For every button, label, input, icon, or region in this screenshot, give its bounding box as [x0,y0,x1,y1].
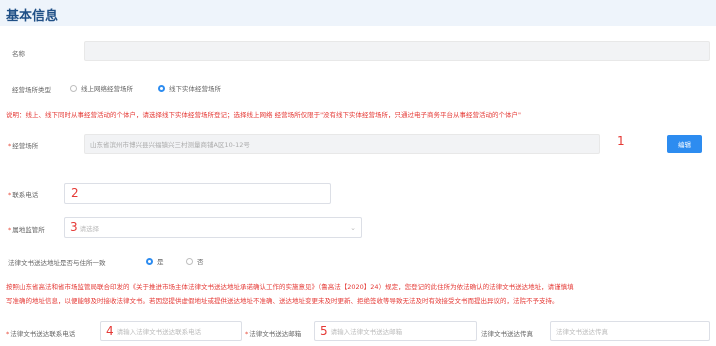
legal-phone-label: *法律文书送达联系电话 [6,330,76,338]
legal-notice-line1: 按照山东省高法和省市场监管局联合印发的《关于推进市场主体法律文书送达地址承诺确认… [6,283,574,291]
name-label: 名称 [12,50,25,58]
legal-phone-placeholder: 请输入法律文书送达联系电话 [116,328,202,336]
page-title: 基本信息 [6,9,59,24]
name-field[interactable] [84,41,710,61]
radio-offline-label: 线下实体经营场所 [169,85,221,93]
phone-field[interactable] [64,183,331,204]
authority-placeholder: 请选择 [79,224,100,233]
annotation-5: 5 [320,324,328,338]
legal-notice-line2: 写准确的地址信息，以便能够及时接收法律文书。若因您提供虚假地址或提供送达地址不准… [6,297,559,305]
annotation-4: 4 [106,324,114,338]
legal-fax-field[interactable]: 法律文书送达传真 [550,321,710,341]
section-header [0,0,716,26]
legal-phone-field[interactable]: 4 请输入法律文书送达联系电话 [100,321,242,341]
radio-no-circle[interactable] [186,257,193,265]
radio-online[interactable]: 线上网络经营场所 [70,83,133,93]
radio-yes[interactable]: 是 [146,256,164,266]
radio-no-label: 否 [197,258,204,266]
legal-fax-label: 法律文书送达传真 [481,330,533,338]
phone-label: *联系电话 [8,191,39,199]
address-field[interactable]: 山东省滨州市博兴县兴福镇兴三村测量商铺A区10-12号 [84,134,600,154]
annotation-3: 3 [70,219,78,234]
legal-email-label: *法律文书送达邮箱 [245,330,302,338]
radio-offline-circle[interactable] [158,84,165,92]
address-label: *经营场所 [8,142,39,150]
annotation-2: 2 [71,186,79,200]
chevron-down-icon: ⌄ [350,223,356,232]
edit-address-button[interactable]: 编辑 [667,135,702,153]
legal-email-field[interactable]: 5 请输入法律文书送达邮箱 [314,321,477,341]
authority-label: *属地监管所 [8,226,45,234]
radio-no[interactable]: 否 [186,256,204,266]
same-address-label: 法律文书送达地址是否与住所一致 [8,259,106,267]
site-type-notice: 说明：线上、线下同时从事经营活动的个体户，请选择线下实体经营场所登记；选择线上网… [6,111,522,119]
site-type-label: 经营场所类型 [12,86,51,94]
radio-yes-label: 是 [157,258,164,266]
annotation-1: 1 [617,134,625,148]
authority-select[interactable]: 3 请选择 ⌄ [64,217,362,238]
radio-offline[interactable]: 线下实体经营场所 [158,83,221,93]
radio-online-label: 线上网络经营场所 [81,85,133,93]
legal-email-placeholder: 请输入法律文书送达邮箱 [330,328,403,336]
radio-yes-circle[interactable] [146,257,153,265]
radio-online-circle[interactable] [70,84,77,92]
